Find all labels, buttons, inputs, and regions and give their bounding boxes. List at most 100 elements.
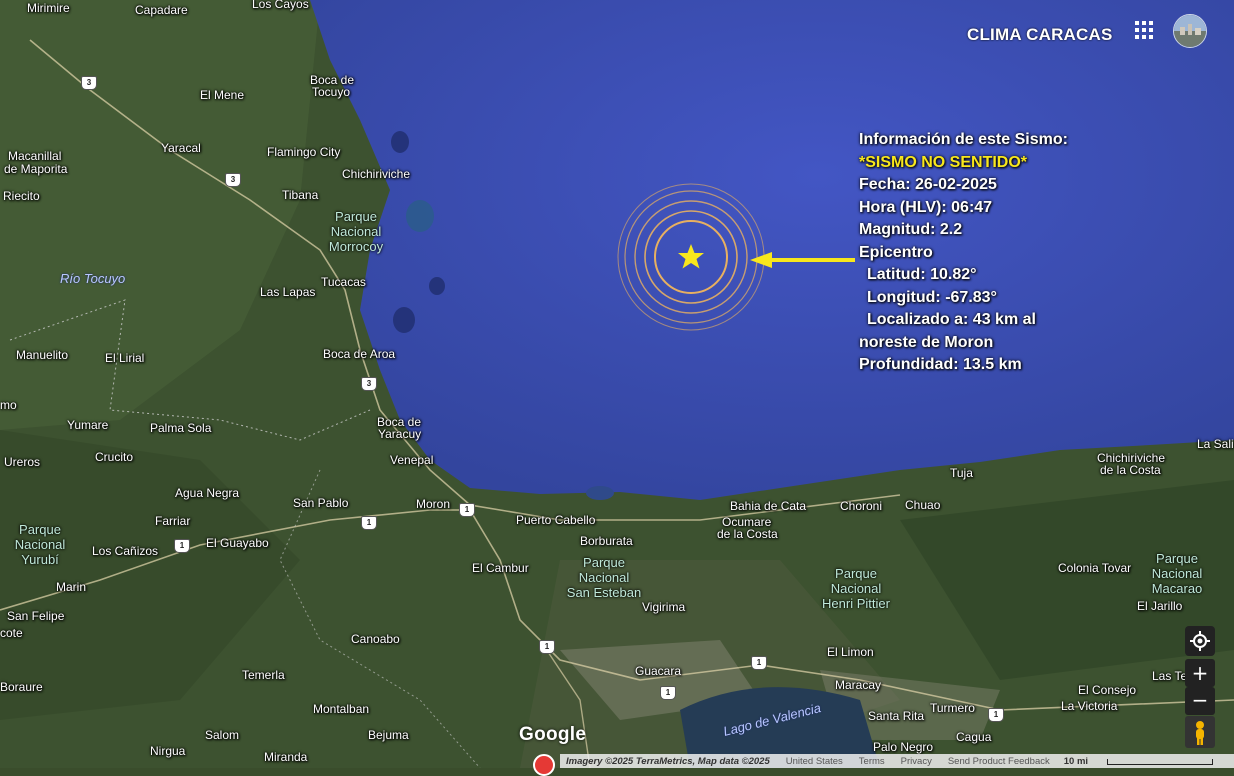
map-pin-icon <box>533 754 555 776</box>
place-label: Canoabo <box>351 632 400 646</box>
place-label: Boraure <box>0 680 43 694</box>
place-label: Choroni <box>840 499 883 513</box>
my-location-icon <box>1190 631 1210 651</box>
place-label: Venepal <box>390 453 434 467</box>
place-label: Las Te <box>1152 669 1188 683</box>
place-label: Tocuyo <box>312 85 351 99</box>
country-link[interactable]: United States <box>786 756 843 767</box>
zoom-in-button[interactable]: + <box>1185 659 1215 687</box>
place-label: Bahia de Cata <box>730 499 807 513</box>
place-label: Crucito <box>95 450 134 464</box>
place-label: La Victoria <box>1061 699 1118 713</box>
satellite-map[interactable] <box>0 0 1234 768</box>
place-label: Los Cayos <box>252 0 309 11</box>
route-shield: 1 <box>459 503 475 517</box>
place-label: Yaracuy <box>378 427 422 441</box>
place-label: Los Cañizos <box>92 544 159 558</box>
place-label: Bejuma <box>368 728 409 742</box>
place-label: Maracay <box>835 678 882 692</box>
park-label: Parque Nacional Morrocoy <box>328 209 384 254</box>
place-label: San Felipe <box>7 609 65 623</box>
park-label: Parque Nacional Henri Pittier <box>822 566 890 611</box>
privacy-link[interactable]: Privacy <box>901 756 932 767</box>
place-label: Mirimire <box>27 1 70 15</box>
route-shield: 1 <box>361 516 377 530</box>
place-label: El Cambur <box>472 561 529 575</box>
place-label: Chuao <box>905 498 941 512</box>
scale-label: 10 mi <box>1063 755 1089 767</box>
depth: Profundidad: 13.5 km <box>859 356 1022 373</box>
my-location-button[interactable] <box>1185 626 1215 656</box>
place-label: Riecito <box>3 189 40 203</box>
place-label: de la Costa <box>717 527 778 541</box>
route-shield: 3 <box>81 76 97 90</box>
place-label: Capadare <box>135 3 188 17</box>
park-label: Parque Nacional Macarao <box>1151 551 1203 596</box>
felt-status: *SISMO NO SENTIDO* <box>859 153 1028 171</box>
place-label: Moron <box>416 497 451 511</box>
place-label: Guacara <box>635 664 682 678</box>
place-label: Marin <box>56 580 87 594</box>
place-label: Miranda <box>264 750 308 764</box>
place-label: El Jarillo <box>1137 599 1183 613</box>
place-label: Tucacas <box>321 275 366 289</box>
longitude: Longitud: -67.83° <box>867 288 997 306</box>
place-label: Turmero <box>930 701 975 715</box>
place-label: Puerto Cabello <box>516 513 596 527</box>
place-label: Tibana <box>282 188 319 202</box>
page-title: CLIMA CARACAS <box>967 25 1113 44</box>
minus-icon: − <box>1191 688 1209 712</box>
place-label: El Consejo <box>1078 683 1137 697</box>
place-label: Agua Negra <box>175 486 240 500</box>
google-logo: Google <box>519 724 587 745</box>
route-shield: 1 <box>660 686 676 700</box>
location-line-2: noreste de Moron <box>859 333 994 351</box>
place-label: Nirgua <box>150 744 186 758</box>
place-label: Borburata <box>580 534 633 548</box>
place-label: Chichiriviche <box>342 167 411 181</box>
place-label: La Sali <box>1197 437 1234 451</box>
place-label: El Lirial <box>105 351 145 365</box>
route-shield: 3 <box>361 377 377 391</box>
plus-icon: + <box>1191 661 1209 685</box>
terms-link[interactable]: Terms <box>859 756 885 767</box>
place-label: cote <box>0 626 23 640</box>
place-label: Yaracal <box>161 141 201 155</box>
place-label: Yumare <box>67 418 109 432</box>
street-view-button[interactable] <box>1185 716 1215 748</box>
latitude: Latitud: 10.82° <box>867 266 977 283</box>
place-label: Ureros <box>4 455 41 469</box>
place-label: de Maporita <box>4 162 68 176</box>
scale-bar <box>1107 759 1213 765</box>
route-shield: 1 <box>988 708 1004 722</box>
feedback-link[interactable]: Send Product Feedback <box>948 756 1050 767</box>
imagery-attribution: Imagery ©2025 TerraMetrics, Map data ©20… <box>566 755 770 767</box>
date: Fecha: 26-02-2025 <box>859 176 997 193</box>
place-label: Manuelito <box>16 348 69 362</box>
route-shield: 1 <box>539 640 555 654</box>
park-label: Parque Nacional Yurubí <box>14 522 66 567</box>
apps-grid-icon[interactable] <box>1133 19 1155 41</box>
route-shield: 3 <box>225 173 241 187</box>
place-label: mo <box>0 398 17 412</box>
earthquake-info-panel: Información de este Sismo: *SISMO NO SEN… <box>859 129 1129 377</box>
place-label: Salom <box>205 728 240 742</box>
river-label: Río Tocuyo <box>60 271 126 286</box>
place-label: El Mene <box>200 88 245 102</box>
place-label: Flamingo City <box>267 145 341 159</box>
account-avatar[interactable] <box>1173 14 1207 48</box>
route-shield: 1 <box>174 539 190 553</box>
place-label: El Guayabo <box>206 536 269 550</box>
magnitude: Magnitud: 2.2 <box>859 221 963 238</box>
place-label: Temerla <box>242 668 285 682</box>
time: Hora (HLV): 06:47 <box>859 198 993 216</box>
place-label: El Limon <box>827 645 874 659</box>
location-line-1: Localizado a: 43 km al <box>867 311 1036 328</box>
place-label: Colonia Tovar <box>1058 561 1132 575</box>
place-label: Santa Rita <box>868 709 925 723</box>
place-label: San Pablo <box>293 496 349 510</box>
place-label: Montalban <box>313 702 370 716</box>
place-label: Cagua <box>956 730 992 744</box>
pegman-icon <box>1196 721 1204 745</box>
zoom-out-button[interactable]: − <box>1185 687 1215 715</box>
